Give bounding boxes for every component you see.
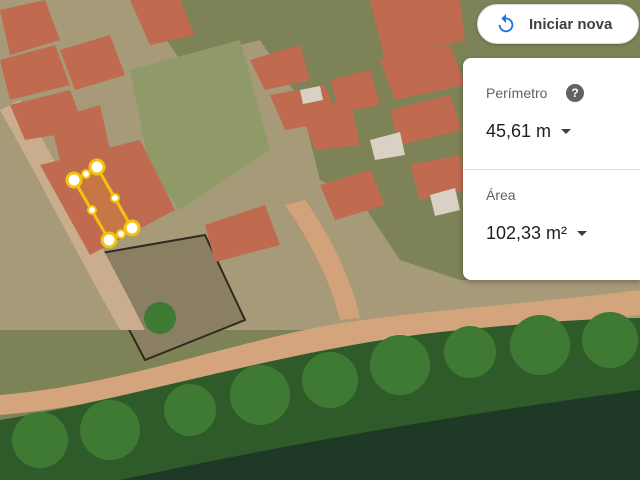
measure-vertex[interactable] — [123, 219, 141, 237]
area-value-selector[interactable]: 102,33 m² — [486, 223, 588, 244]
chevron-down-icon — [561, 129, 572, 134]
measure-midpoint[interactable] — [87, 205, 97, 215]
perimeter-value-selector[interactable]: 45,61 m — [486, 121, 572, 142]
divider — [463, 169, 640, 170]
measure-midpoint[interactable] — [110, 193, 120, 203]
restart-label: Iniciar nova — [529, 15, 613, 33]
measure-vertex[interactable] — [100, 231, 118, 249]
chevron-down-icon — [577, 231, 588, 236]
measure-vertex[interactable] — [65, 171, 83, 189]
measure-panel: Perímetro ? 45,61 m Área 102,33 m² — [463, 58, 640, 280]
measure-vertex[interactable] — [88, 158, 106, 176]
measure-midpoint[interactable] — [81, 169, 91, 179]
help-icon[interactable]: ? — [566, 84, 584, 102]
perimeter-label: Perímetro — [486, 85, 548, 101]
restart-button[interactable]: Iniciar nova — [477, 4, 639, 44]
measure-midpoint[interactable] — [116, 229, 126, 239]
perimeter-value: 45,61 m — [486, 121, 552, 141]
area-value: 102,33 m² — [486, 223, 568, 243]
restart-icon — [495, 13, 517, 35]
area-label: Área — [486, 187, 516, 203]
